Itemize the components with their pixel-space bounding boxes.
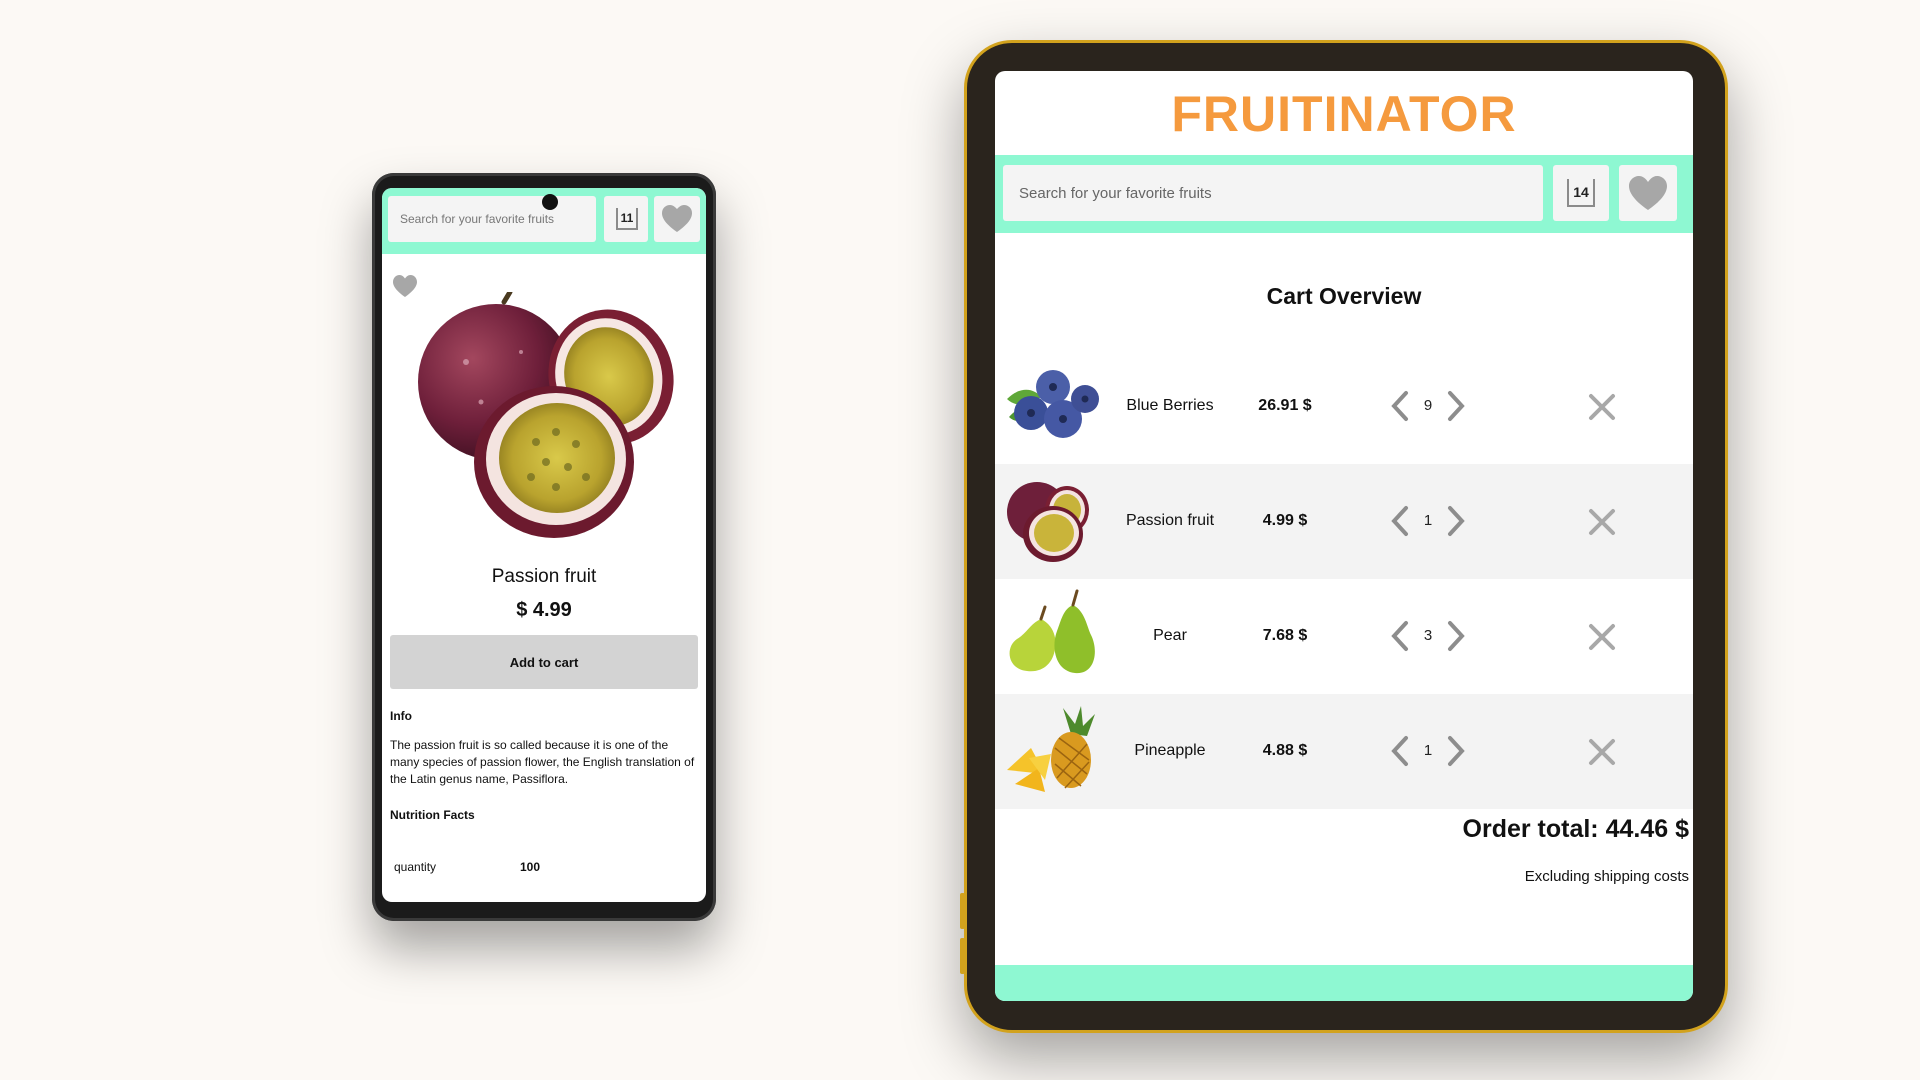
chevron-right-icon[interactable] (1443, 504, 1469, 538)
chevron-right-icon[interactable] (1443, 389, 1469, 423)
chevron-left-icon[interactable] (1387, 734, 1413, 768)
phone-device: 11 (372, 173, 716, 921)
tablet-cart-button[interactable]: 14 (1553, 165, 1609, 221)
app-logo[interactable]: FRUITINATOR (995, 85, 1693, 143)
phone-favorites-button[interactable] (654, 196, 700, 242)
blueberries-image (1007, 370, 1099, 438)
cart-item-quantity: 1 (1423, 512, 1433, 529)
cart-item-price: 4.88 $ (1262, 742, 1308, 759)
passion-fruit-image (1007, 482, 1089, 562)
pear-image (1009, 589, 1095, 674)
nutrition-label: quantity (394, 860, 437, 874)
tablet-search-input[interactable] (1003, 165, 1543, 221)
cart-overview-title: Cart Overview (1266, 283, 1422, 309)
cart-item-quantity: 9 (1423, 397, 1433, 414)
pineapple-image (1007, 706, 1095, 792)
phone-cart-button[interactable]: 11 (604, 196, 648, 242)
cart-item-quantity: 1 (1423, 742, 1433, 759)
tablet-header-bar: 14 (995, 155, 1693, 233)
product-name: Passion fruit (491, 566, 597, 587)
info-heading: Info (390, 709, 412, 723)
heart-icon (662, 205, 692, 232)
cart-item-name: Pear (1153, 627, 1187, 644)
cart-item-price: 4.99 $ (1262, 512, 1308, 529)
chevron-right-icon[interactable] (1443, 619, 1469, 653)
tablet-device: FRUITINATOR 14 Cart Overview (960, 40, 1728, 1033)
add-to-cart-button[interactable]: Add to cart (390, 635, 698, 689)
tablet-screen: FRUITINATOR 14 Cart Overview (995, 71, 1693, 1001)
cart-item-name: Pineapple (1134, 742, 1206, 759)
cart-list: Blue Berries 26.91 $ 9 Passion fruit 4.9… (995, 349, 1693, 809)
nutrition-heading: Nutrition Facts (390, 808, 475, 822)
tablet-favorites-button[interactable] (1619, 165, 1677, 221)
cart-row: Blue Berries 26.91 $ 9 (995, 349, 1693, 464)
cart-row: Pear 7.68 $ 3 (995, 579, 1693, 694)
product-price: $ 4.99 (516, 599, 572, 621)
close-icon[interactable] (1587, 622, 1617, 652)
close-icon[interactable] (1587, 392, 1617, 422)
passion-fruit-image (418, 292, 674, 538)
tablet-footer-bar (995, 965, 1693, 1001)
tablet-side-button (960, 938, 965, 974)
chevron-right-icon[interactable] (1443, 734, 1469, 768)
shipping-note: Excluding shipping costs (1524, 868, 1689, 885)
chevron-left-icon[interactable] (1387, 619, 1413, 653)
cart-item-price: 7.68 $ (1262, 627, 1308, 644)
phone-screen: 11 (382, 188, 706, 902)
cart-row: Passion fruit 4.99 $ 1 (995, 464, 1693, 579)
chevron-left-icon[interactable] (1387, 504, 1413, 538)
cart-icon: 11 (616, 208, 638, 230)
heart-icon (1629, 176, 1667, 210)
tablet-side-button (960, 893, 965, 929)
chevron-left-icon[interactable] (1387, 389, 1413, 423)
nutrition-value: 100 (520, 860, 541, 874)
phone-search-input[interactable] (388, 196, 596, 242)
cart-item-name: Blue Berries (1126, 397, 1214, 414)
phone-cart-count: 11 (620, 211, 634, 225)
cart-item-quantity: 3 (1423, 627, 1433, 644)
close-icon[interactable] (1587, 737, 1617, 767)
cart-item-name: Passion fruit (1125, 512, 1215, 529)
tablet-cart-count: 14 (1573, 184, 1589, 200)
cart-row: Pineapple 4.88 $ 1 (995, 694, 1693, 809)
cart-icon: 14 (1567, 179, 1595, 207)
close-icon[interactable] (1587, 507, 1617, 537)
info-text: The passion fruit is so called because i… (390, 738, 695, 786)
cart-item-price: 26.91 $ (1258, 397, 1312, 414)
phone-camera (542, 194, 558, 210)
order-total: Order total: 44.46 $ (1462, 815, 1689, 843)
